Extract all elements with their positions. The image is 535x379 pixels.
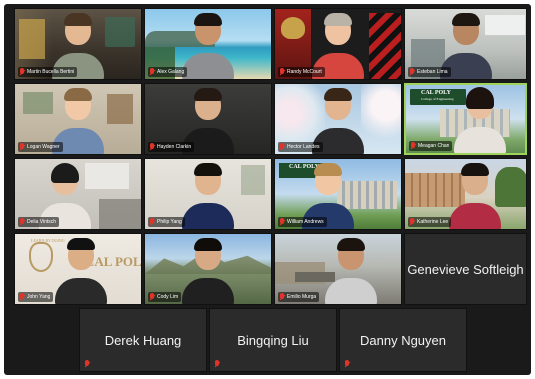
- participant-tile-audio-only[interactable]: Danny Nguyen: [339, 308, 467, 372]
- mic-muted-icon: [149, 293, 155, 301]
- participant-tile[interactable]: Cody Lim: [144, 233, 272, 305]
- participant-nametag: Logan Wagner: [18, 142, 63, 152]
- participant-nametag: Martin Bucella Bertini: [18, 67, 78, 77]
- mic-muted-icon: [214, 360, 220, 368]
- participant-tile[interactable]: Randy McCourt: [274, 8, 402, 80]
- mic-muted-icon: [149, 143, 155, 151]
- mic-muted-icon: [279, 218, 285, 226]
- mic-muted-icon: [19, 143, 25, 151]
- participant-nametag: Philip Yang: [148, 217, 185, 227]
- mic-muted-icon: [149, 218, 155, 226]
- mic-muted-icon: [19, 218, 25, 226]
- participant-tile[interactable]: CAL POLY LEARN BY DOING John Yang: [14, 233, 142, 305]
- participant-name: Genevieve Softleigh: [407, 261, 524, 277]
- mic-muted-icon: [19, 68, 25, 76]
- participant-nametag: Hector Landes: [278, 142, 323, 152]
- video-grid-window: Martin Bucella Bertini Alex Galang Randy…: [4, 4, 531, 375]
- participant-tile[interactable]: Katherine Lee: [404, 158, 527, 230]
- mic-muted-icon: [19, 293, 25, 301]
- participant-nametag: John Yang: [18, 292, 54, 302]
- mic-muted-icon: [149, 68, 155, 76]
- participant-tile[interactable]: Hayden Clarkin: [144, 83, 272, 155]
- participant-nametag: Cody Lim: [148, 292, 182, 302]
- mic-muted-icon: [410, 142, 416, 150]
- participant-tile[interactable]: CAL POLY William Andrews: [274, 158, 402, 230]
- participant-tile-audio-only[interactable]: Genevieve Softleigh: [404, 233, 527, 305]
- participant-tile[interactable]: Martin Bucella Bertini: [14, 8, 142, 80]
- mic-muted-icon: [279, 293, 285, 301]
- participant-nametag: Randy McCourt: [278, 67, 325, 77]
- participant-tile-audio-only[interactable]: Derek Huang: [79, 308, 207, 372]
- mic-muted-icon: [409, 68, 415, 76]
- cal-poly-logo: CAL POLY: [421, 90, 451, 96]
- participant-nametag: Meagan Chan: [409, 141, 453, 151]
- mic-muted-icon: [84, 360, 90, 368]
- mic-muted-icon: [344, 360, 350, 368]
- participant-nametag: Delia Vintsch: [18, 217, 60, 227]
- mic-muted-icon: [409, 218, 415, 226]
- participant-nametag: Emilio Murga: [278, 292, 320, 302]
- participant-tile[interactable]: Philip Yang: [144, 158, 272, 230]
- participant-tile[interactable]: Emilio Murga: [274, 233, 402, 305]
- participant-name: Derek Huang: [104, 332, 182, 348]
- participant-tile[interactable]: Esteban Lima: [404, 8, 527, 80]
- mic-muted-icon: [279, 68, 285, 76]
- participant-nametag: Esteban Lima: [408, 67, 451, 77]
- participant-tile[interactable]: Logan Wagner: [14, 83, 142, 155]
- participant-nametag: Alex Galang: [148, 67, 188, 77]
- participant-nametag: Hayden Clarkin: [148, 142, 195, 152]
- participant-nametag: Katherine Lee: [408, 217, 452, 227]
- participant-tile-active-speaker[interactable]: CAL POLY College of Engineering Meagan C…: [404, 83, 527, 155]
- participant-tile[interactable]: Hector Landes: [274, 83, 402, 155]
- participant-tile-audio-only[interactable]: Bingqing Liu: [209, 308, 337, 372]
- mic-muted-icon: [279, 143, 285, 151]
- participant-name: Danny Nguyen: [360, 332, 446, 348]
- participant-tile[interactable]: Alex Galang: [144, 8, 272, 80]
- participant-tile[interactable]: Delia Vintsch: [14, 158, 142, 230]
- participant-name: Bingqing Liu: [237, 332, 309, 348]
- participant-nametag: William Andrews: [278, 217, 327, 227]
